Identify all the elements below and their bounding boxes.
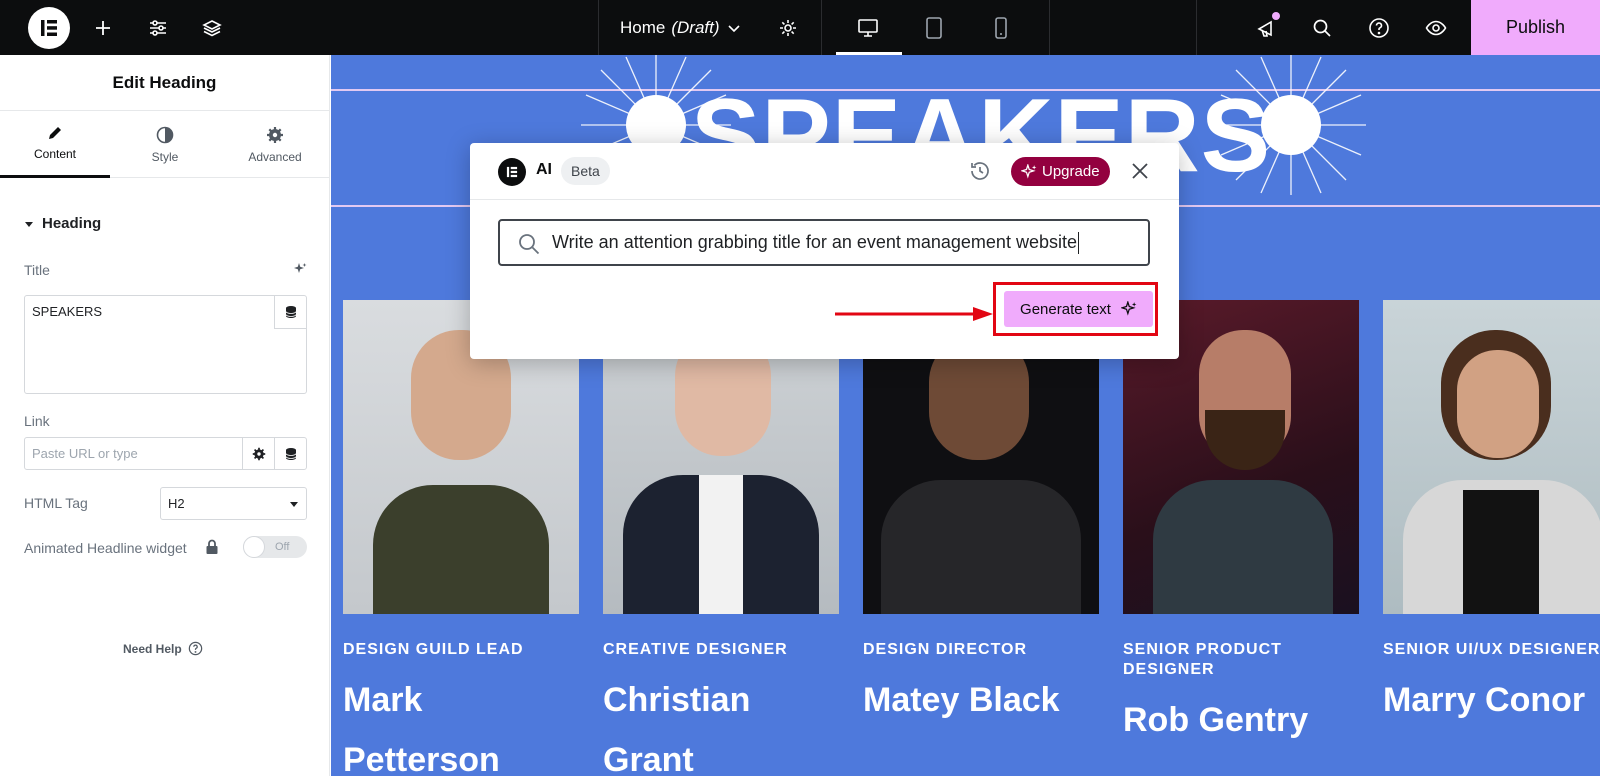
page-status: (Draft) [671, 17, 720, 37]
prompt-text: Write an attention grabbing title for an… [552, 232, 1077, 252]
editor-panel: Edit Heading Content Style Advanced Head… [0, 55, 330, 776]
section-toggle-heading[interactable]: Heading [24, 215, 101, 232]
divider [821, 0, 822, 55]
speaker-card: SENIOR UI/UX DESIGNER Marry Conor [1383, 300, 1600, 730]
close-icon[interactable] [1130, 161, 1150, 186]
top-bar: Home (Draft) Publish [0, 0, 1600, 55]
speaker-card: DESIGN DIRECTOR Matey Black [863, 300, 1099, 730]
elementor-logo-icon [498, 158, 526, 186]
speaker-name: Matey Black [863, 681, 1060, 719]
help-circle-icon [188, 641, 202, 656]
notification-dot [1272, 12, 1280, 20]
publish-button[interactable]: Publish [1471, 0, 1600, 55]
page-title-dropdown[interactable]: Home (Draft) [620, 0, 742, 55]
generate-text-button[interactable]: Generate text [1004, 291, 1153, 327]
link-label: Link [24, 413, 50, 429]
speaker-name: Marry Conor [1383, 681, 1586, 719]
tab-advanced[interactable]: Advanced [220, 111, 330, 178]
tablet-view-icon[interactable] [919, 0, 949, 55]
speaker-card: CREATIVE DESIGNER Christian Grant [603, 300, 839, 776]
generate-label: Generate text [1020, 300, 1111, 318]
tab-content[interactable]: Content [0, 111, 110, 178]
speaker-card: SENIOR PRODUCT DESIGNER Rob Gentry [1123, 300, 1359, 750]
panel-tabs: Content Style Advanced [0, 111, 329, 178]
speaker-role: SENIOR PRODUCT DESIGNER [1123, 641, 1282, 678]
link-placeholder: Paste URL or type [32, 446, 138, 461]
divider [1049, 0, 1050, 55]
upgrade-button[interactable]: Upgrade [1011, 157, 1110, 186]
speaker-role: CREATIVE DESIGNER [603, 641, 788, 658]
animated-headline-toggle[interactable]: Off [243, 536, 307, 558]
search-icon [519, 234, 540, 255]
divider [598, 0, 599, 55]
add-element-icon[interactable] [88, 0, 118, 55]
link-dynamic-database-icon[interactable] [274, 438, 307, 469]
dynamic-tags-database-icon[interactable] [274, 296, 307, 329]
tab-label: Advanced [248, 149, 302, 164]
html-tag-value: H2 [168, 496, 185, 511]
speaker-name: Mark Petterson [343, 681, 500, 776]
layers-icon[interactable] [197, 0, 227, 55]
section-title: Heading [42, 215, 102, 232]
gear-icon [267, 126, 283, 143]
need-help-label: Need Help [123, 641, 182, 656]
speaker-role: DESIGN GUILD LEAD [343, 641, 524, 658]
site-settings-icon[interactable] [143, 0, 173, 55]
text-cursor [1077, 231, 1079, 254]
contrast-icon [156, 126, 174, 143]
history-icon[interactable] [968, 159, 992, 188]
ai-dialog: AI Beta Upgrade Write an attention grabb… [470, 143, 1179, 359]
tab-label: Content [33, 147, 77, 161]
sparkle-icon [1021, 163, 1037, 179]
highlight-box: Generate text [993, 282, 1158, 336]
sparkle-icon [1120, 301, 1137, 316]
red-arrow-annotation [835, 307, 993, 321]
speaker-photo [1383, 300, 1600, 614]
preview-eye-icon[interactable] [1421, 0, 1451, 55]
lock-icon [205, 539, 219, 560]
caret-down-icon [290, 501, 298, 507]
tab-label: Style [151, 149, 179, 164]
speaker-role: DESIGN DIRECTOR [863, 641, 1028, 658]
speaker-card: DESIGN GUILD LEAD Mark Petterson [343, 300, 579, 776]
help-icon[interactable] [1364, 0, 1394, 55]
animated-headline-label: Animated Headline widget [24, 540, 187, 556]
title-textarea[interactable]: SPEAKERS [24, 295, 307, 394]
speaker-name: Rob Gentry [1123, 701, 1309, 739]
pencil-icon [49, 127, 61, 139]
html-tag-select[interactable]: H2 [160, 487, 307, 520]
ai-dialog-header: AI Beta Upgrade [470, 143, 1179, 200]
tab-style[interactable]: Style [110, 111, 220, 178]
elementor-logo-icon[interactable] [28, 7, 70, 49]
speaker-name: Christian Grant [603, 681, 751, 776]
caret-down-icon [25, 221, 33, 227]
html-tag-label: HTML Tag [24, 495, 88, 511]
panel-title: Edit Heading [0, 55, 329, 111]
search-icon[interactable] [1307, 0, 1337, 55]
toggle-knob [243, 536, 265, 558]
link-options-gear-icon[interactable] [242, 438, 275, 469]
ai-sparkle-icon[interactable] [293, 262, 307, 281]
upgrade-label: Upgrade [1042, 163, 1100, 180]
desktop-view-icon[interactable] [853, 0, 883, 55]
mobile-view-icon[interactable] [986, 0, 1016, 55]
page-name: Home [620, 17, 666, 37]
divider [1196, 0, 1197, 55]
toggle-state: Off [275, 541, 290, 553]
title-label: Title [24, 262, 50, 278]
chevron-down-icon [727, 24, 740, 32]
announcements-megaphone-icon[interactable] [1252, 0, 1282, 55]
ai-prompt-input[interactable]: Write an attention grabbing title for an… [498, 219, 1150, 266]
speaker-role: SENIOR UI/UX DESIGNER [1383, 641, 1600, 658]
title-value: SPEAKERS [32, 304, 103, 319]
need-help-link[interactable]: Need Help [123, 641, 203, 656]
beta-badge: Beta [561, 157, 610, 185]
ai-label: AI [536, 161, 552, 178]
page-settings-gear-icon[interactable] [773, 0, 803, 55]
